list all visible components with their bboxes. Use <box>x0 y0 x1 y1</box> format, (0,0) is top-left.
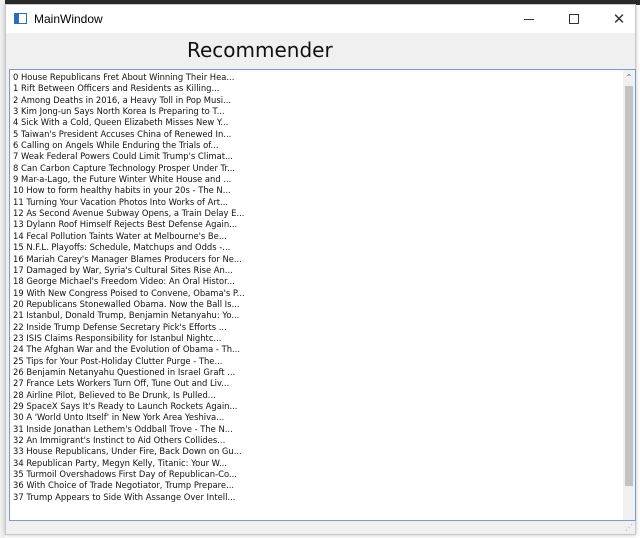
page-title: Recommender <box>187 38 333 62</box>
status-bar: ⋰ <box>6 521 635 534</box>
list-item[interactable]: 22 Inside Trump Defense Secretary Pick's… <box>13 322 618 333</box>
list-item[interactable]: 11 Turning Your Vacation Photos Into Wor… <box>13 197 618 208</box>
list-item[interactable]: 14 Fecal Pollution Taints Water at Melbo… <box>13 231 618 242</box>
window-title: MainWindow <box>34 12 103 26</box>
list-item[interactable]: 13 Dylann Roof Himself Rejects Best Defe… <box>13 219 618 230</box>
list-item[interactable]: 20 Republicans Stonewalled Obama. Now th… <box>13 299 618 310</box>
main-window: MainWindow ✕ Recommender 0 House Republi… <box>5 4 636 535</box>
list-item[interactable]: 12 As Second Avenue Subway Opens, a Trai… <box>13 208 618 219</box>
list-item[interactable]: 3 Kim Jong-un Says North Korea Is Prepar… <box>13 106 618 117</box>
maximize-button[interactable] <box>551 5 597 33</box>
list-item[interactable]: 34 Republican Party, Megyn Kelly, Titani… <box>13 458 618 469</box>
resize-grip-icon[interactable]: ⋰ <box>623 523 633 533</box>
list-item[interactable]: 37 Trump Appears to Side With Assange Ov… <box>13 492 618 503</box>
title-bar[interactable]: MainWindow ✕ <box>6 5 635 33</box>
list-item[interactable]: 29 SpaceX Says It's Ready to Launch Rock… <box>13 401 618 412</box>
list-item[interactable]: 16 Mariah Carey's Manager Blames Produce… <box>13 254 618 265</box>
list-item[interactable]: 9 Mar-a-Lago, the Future Winter White Ho… <box>13 174 618 185</box>
list-item[interactable]: 17 Damaged by War, Syria's Cultural Site… <box>13 265 618 276</box>
list-item[interactable]: 25 Tips for Your Post-Holiday Clutter Pu… <box>13 356 618 367</box>
list-item[interactable]: 33 House Republicans, Under Fire, Back D… <box>13 446 618 457</box>
scroll-thumb[interactable] <box>625 86 633 486</box>
list-item[interactable]: 27 France Lets Workers Turn Off, Tune Ou… <box>13 378 618 389</box>
list-item[interactable]: 36 With Choice of Trade Negotiator, Trum… <box>13 480 618 491</box>
article-list[interactable]: 0 House Republicans Fret About Winning T… <box>9 69 636 521</box>
maximize-icon <box>569 14 579 24</box>
list-item[interactable]: 15 N.F.L. Playoffs: Schedule, Matchups a… <box>13 242 618 253</box>
list-item[interactable]: 23 ISIS Claims Responsibility for Istanb… <box>13 333 618 344</box>
list-item[interactable]: 35 Turmoil Overshadows First Day of Repu… <box>13 469 618 480</box>
scroll-up-arrow-icon[interactable]: ⌃ <box>623 70 635 84</box>
list-item[interactable]: 30 A 'World Unto Itself' in New York Are… <box>13 412 618 423</box>
list-item[interactable]: 32 An Immigrant's Instinct to Aid Others… <box>13 435 618 446</box>
list-item[interactable]: 2 Among Deaths in 2016, a Heavy Toll in … <box>13 95 618 106</box>
list-item[interactable]: 4 Sick With a Cold, Queen Elizabeth Miss… <box>13 117 618 128</box>
window-app-icon <box>14 13 27 24</box>
list-item[interactable]: 0 House Republicans Fret About Winning T… <box>13 72 618 83</box>
close-button[interactable]: ✕ <box>596 5 640 33</box>
list-item[interactable]: 26 Benjamin Netanyahu Questioned in Isra… <box>13 367 618 378</box>
list-item[interactable]: 10 How to form healthy habits in your 20… <box>13 185 618 196</box>
list-item[interactable]: 31 Inside Jonathan Lethem's Oddball Trov… <box>13 424 618 435</box>
list-item[interactable]: 18 George Michael's Freedom Video: An Or… <box>13 276 618 287</box>
list-items: 0 House Republicans Fret About Winning T… <box>13 72 618 503</box>
list-item[interactable]: 28 Airline Pilot, Believed to Be Drunk, … <box>13 390 618 401</box>
close-icon: ✕ <box>612 9 626 28</box>
list-item[interactable]: 7 Weak Federal Powers Could Limit Trump'… <box>13 151 618 162</box>
list-item[interactable]: 8 Can Carbon Capture Technology Prosper … <box>13 163 618 174</box>
list-item[interactable]: 21 Istanbul, Donald Trump, Benjamin Neta… <box>13 310 618 321</box>
minimize-icon <box>524 18 534 20</box>
list-item[interactable]: 5 Taiwan's President Accuses China of Re… <box>13 129 618 140</box>
list-item[interactable]: 19 With New Congress Poised to Convene, … <box>13 288 618 299</box>
list-item[interactable]: 24 The Afghan War and the Evolution of O… <box>13 344 618 355</box>
minimize-button[interactable] <box>506 5 552 33</box>
vertical-scrollbar[interactable]: ⌃ <box>623 70 635 520</box>
list-item[interactable]: 1 Rift Between Officers and Residents as… <box>13 83 618 94</box>
list-item[interactable]: 6 Calling on Angels While Enduring the T… <box>13 140 618 151</box>
